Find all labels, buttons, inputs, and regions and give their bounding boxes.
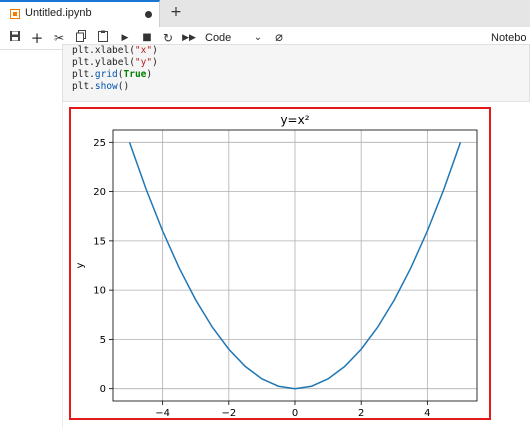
x-tick-label: 0 — [292, 408, 298, 418]
y-tick-label: 25 — [93, 138, 106, 149]
new-tab-button[interactable]: + — [168, 4, 184, 20]
x-tick-label: −4 — [155, 408, 170, 418]
y-tick-label: 10 — [93, 286, 106, 297]
code-line: plt.grid(True) — [72, 69, 153, 80]
y-tick-label: 15 — [93, 236, 106, 247]
code-line: plt.xlabel("x") — [72, 45, 158, 56]
x-tick-label: 4 — [424, 408, 430, 418]
y-axis-label: y — [75, 262, 86, 268]
notebook-tab[interactable]: Untitled.ipynb — [0, 0, 160, 27]
y-tick-label: 5 — [100, 335, 106, 346]
cell-output: −4 −2 0 2 4 0 5 10 15 20 25 y=x² y — [69, 107, 491, 420]
unsaved-dot-icon[interactable] — [145, 11, 152, 18]
y-tick-label: 20 — [93, 187, 106, 198]
code-line: plt.show() — [72, 81, 130, 92]
tab-title: Untitled.ipynb — [25, 7, 92, 19]
x-tick-label: 2 — [358, 408, 364, 418]
plot-figure: −4 −2 0 2 4 0 5 10 15 20 25 y=x² y — [75, 113, 478, 419]
add-cell-icon[interactable]: + — [30, 30, 44, 46]
code-line: plt.ylabel("y") — [72, 57, 158, 68]
x-tick-label: −2 — [221, 408, 236, 418]
cell-divider — [62, 102, 63, 428]
chart-title: y=x² — [280, 113, 309, 127]
notebook-icon — [10, 9, 20, 19]
tab-bar: Untitled.ipynb + — [0, 0, 530, 28]
code-cell[interactable]: plt.xlabel("x") plt.ylabel("y") plt.grid… — [62, 44, 530, 102]
y-tick-label: 0 — [100, 384, 106, 395]
save-icon[interactable] — [8, 30, 22, 46]
